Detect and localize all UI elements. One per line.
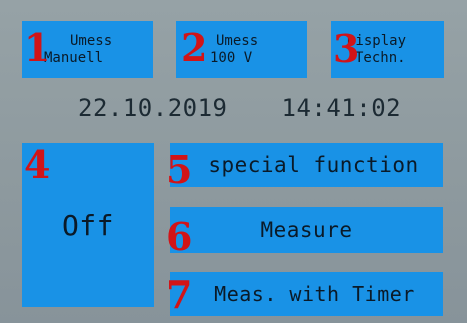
button-line2: 100 V: [210, 49, 253, 66]
button-line2: Techn.: [355, 49, 406, 66]
special-function-label: special function: [208, 153, 419, 177]
device-screen: Umess Manuell 1 Umess 100 V 2 Display Te…: [0, 0, 467, 323]
special-function-button[interactable]: special function: [170, 143, 443, 187]
date-text: 22.10.2019: [78, 94, 228, 122]
off-label: Off: [61, 208, 115, 242]
umess-100v-button[interactable]: Umess 100 V: [176, 21, 307, 78]
meas-with-timer-button[interactable]: Meas. with Timer: [170, 272, 443, 316]
button-line2: Manuell: [44, 49, 104, 66]
measure-label: Measure: [260, 218, 353, 242]
button-line1: Umess: [216, 32, 259, 49]
off-button[interactable]: Off: [22, 143, 154, 307]
date-time-display: 22.10.2019 14:41:02: [78, 94, 401, 122]
meas-with-timer-label: Meas. with Timer: [214, 282, 415, 306]
measure-button[interactable]: Measure: [170, 207, 443, 253]
display-techn-button[interactable]: Display Techn.: [331, 21, 444, 78]
time-text: 14:41:02: [281, 94, 402, 122]
button-line1: Display: [347, 32, 407, 49]
umess-manuell-button[interactable]: Umess Manuell: [22, 21, 153, 78]
button-line1: Umess: [70, 32, 113, 49]
